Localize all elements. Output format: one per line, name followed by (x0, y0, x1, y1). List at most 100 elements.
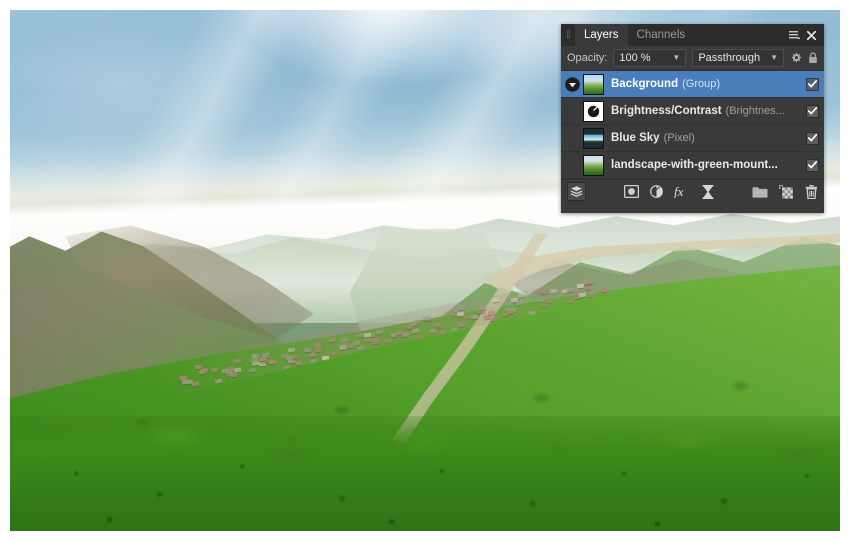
add-pixel-layer-icon[interactable] (779, 184, 794, 199)
chevron-down-icon[interactable]: ▼ (662, 54, 680, 62)
layers-toolbar: fx (561, 179, 824, 203)
house-roof (578, 292, 586, 298)
add-group-icon[interactable] (752, 186, 768, 198)
blend-mode-select[interactable]: Passthrough ▼ (692, 49, 784, 67)
house-roof (210, 367, 219, 373)
house-roof (430, 328, 438, 334)
toolbar-left-group (567, 182, 586, 201)
layer-row[interactable]: Blue Sky (Pixel) (561, 125, 824, 152)
layer-kind: (Group) (682, 78, 720, 90)
house-roof (583, 285, 591, 291)
layer-visibility-checkbox[interactable] (806, 104, 819, 118)
add-mask-icon[interactable] (624, 185, 639, 198)
tree-canopy-detail (10, 416, 840, 531)
house-roof (248, 367, 256, 373)
house-roof (549, 288, 558, 294)
svg-text:fx: fx (674, 185, 684, 198)
toolbar-center-group: fx (624, 184, 714, 199)
house-roof (422, 315, 431, 320)
house-roof (544, 298, 553, 304)
add-adjustment-icon[interactable] (650, 185, 663, 198)
house-roof (487, 310, 495, 316)
house-roof (489, 316, 498, 322)
layer-name: landscape-with-green-mount... (611, 159, 778, 171)
house-roof (411, 328, 420, 334)
toolbar-right-group (752, 184, 818, 199)
house-roof (214, 378, 223, 384)
house-roof (478, 305, 487, 310)
layer-row[interactable]: Brightness/Contrast (Brightnes... (561, 98, 824, 125)
hamburger-menu-icon[interactable] (789, 30, 800, 40)
house-roof (589, 292, 597, 298)
layer-options-row: Opacity: 100 % ▼ Passthrough ▼ (561, 46, 824, 71)
house-roof (329, 350, 338, 356)
layer-thumbnail[interactable] (583, 127, 604, 149)
house-roof (507, 309, 515, 315)
blend-mode-value: Passthrough (698, 52, 761, 64)
house-roof (308, 352, 317, 358)
chevron-down-icon[interactable]: ▼ (760, 54, 778, 62)
gear-icon[interactable] (790, 52, 802, 64)
layer-thumbnail[interactable] (583, 100, 604, 122)
house-roof (375, 329, 383, 335)
house-roof (321, 355, 330, 361)
layer-name: Background (611, 78, 679, 90)
tab-layers[interactable]: Layers (575, 24, 628, 46)
house-roof (356, 332, 364, 338)
house-roof (409, 321, 418, 327)
house-roof (516, 300, 524, 306)
tab-channels-label: Channels (636, 29, 686, 41)
layer-label-group: Brightness/Contrast (Brightnes... (611, 105, 785, 117)
disclosure-triangle-icon[interactable] (561, 76, 583, 92)
house-roof (268, 359, 277, 364)
house-roof (566, 287, 575, 293)
layer-visibility-checkbox[interactable] (806, 131, 819, 145)
layer-kind: (Pixel) (663, 132, 695, 144)
layer-label-group: Background (Group) (611, 78, 720, 90)
close-icon[interactable] (807, 30, 816, 40)
house-roof (229, 372, 237, 378)
layer-list[interactable]: Background (Group) Brightness/Contrast (Bri… (561, 71, 824, 179)
layer-stack-icon[interactable] (567, 182, 586, 201)
tab-channels[interactable]: Channels (628, 24, 695, 46)
house-roof (352, 328, 361, 333)
layer-kind: (Brightnes... (725, 105, 785, 117)
add-live-filter-icon[interactable] (702, 184, 714, 199)
house-roof (356, 345, 364, 351)
app-root: ⁞⁞ Layers Channels Opacity: 100 % ▼ Pass… (0, 0, 850, 541)
layer-thumbnail[interactable] (583, 154, 604, 176)
layer-label-group: Blue Sky (Pixel) (611, 132, 695, 144)
house-roof (313, 347, 322, 353)
layer-name: Blue Sky (611, 132, 660, 144)
house-roof (491, 297, 499, 303)
house-roof (401, 332, 409, 338)
house-roof (457, 305, 466, 311)
house-roof (471, 315, 479, 320)
house-roof (233, 358, 242, 364)
house-roof (517, 292, 526, 298)
house-roof (384, 338, 393, 344)
tab-layers-label: Layers (584, 29, 619, 41)
layers-panel[interactable]: ⁞⁞ Layers Channels Opacity: 100 % ▼ Pass… (561, 24, 824, 213)
panel-tabbar: ⁞⁞ Layers Channels (561, 24, 824, 46)
layer-thumbnail[interactable] (583, 73, 604, 95)
delete-layer-icon[interactable] (805, 184, 818, 199)
layer-row[interactable]: Background (Group) (561, 71, 824, 98)
opacity-value: 100 % (619, 52, 651, 64)
house-roof (328, 337, 337, 343)
house-roof (199, 369, 207, 375)
layer-name: Brightness/Contrast (611, 105, 722, 117)
house-roof (352, 340, 361, 346)
panel-drag-handle[interactable]: ⁞⁞ (561, 24, 575, 46)
layer-row[interactable]: landscape-with-green-mount... (561, 152, 824, 179)
house-roof (192, 381, 200, 387)
house-roof (457, 322, 466, 328)
house-roof (294, 360, 303, 366)
house-roof (363, 337, 372, 342)
layer-effects-fx-icon[interactable]: fx (674, 185, 691, 198)
lock-icon[interactable] (808, 52, 818, 64)
house-roof (287, 348, 296, 353)
layer-visibility-checkbox[interactable] (806, 77, 819, 91)
layer-visibility-checkbox[interactable] (806, 158, 819, 172)
opacity-input[interactable]: 100 % ▼ (613, 49, 687, 67)
